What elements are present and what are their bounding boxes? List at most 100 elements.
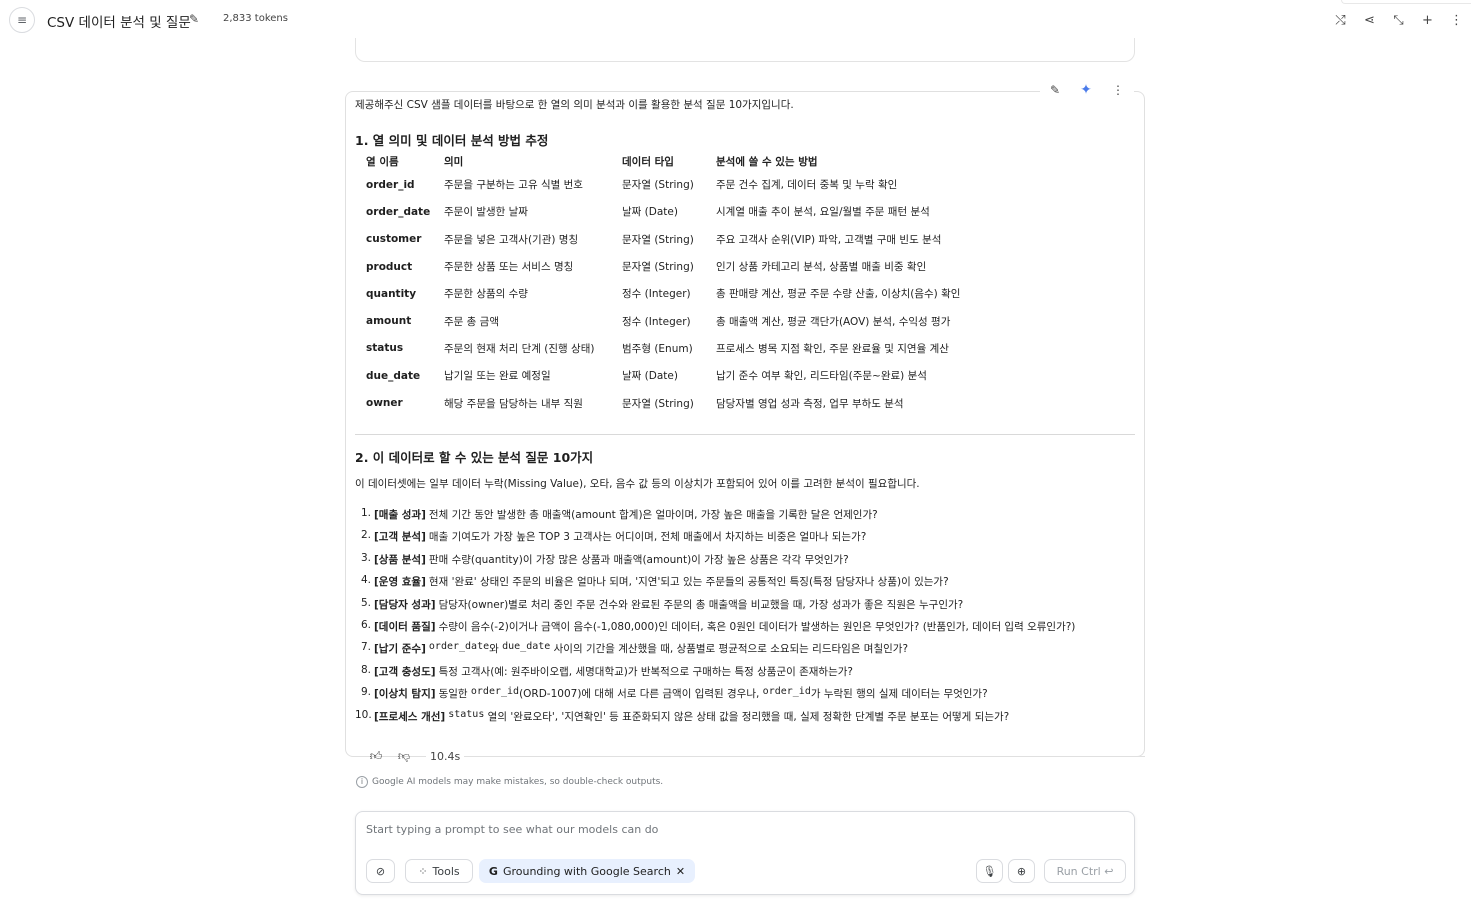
edit-icon[interactable]: ✎ (1050, 83, 1060, 97)
question-category: [매출 성과] (374, 509, 426, 521)
thumbs-down-icon[interactable]: 👎︎ (390, 749, 418, 764)
table-cell: 주요 고객사 순위(VIP) 파악, 고객별 구매 빈도 분석 (716, 233, 942, 246)
table-row: status 주문의 현재 처리 단계 (진행 상태) 범주형 (Enum) 프로세스… (366, 335, 1016, 362)
question-text: 수량이 음수(-2)이거나 금액이 음수(-1,080,000)인 데이터, 혹… (438, 620, 1076, 633)
table-cell: 문자열 (String) (622, 179, 694, 192)
column-name-cell: amount (366, 315, 412, 328)
question-number: 10. (355, 708, 372, 721)
question-number: 2. (360, 529, 371, 542)
column-name-cell: owner (366, 397, 403, 410)
table-cell: 주문한 상품의 수량 (444, 288, 528, 301)
question-category: [이상치 탐지] (374, 688, 436, 701)
edit-title-icon[interactable]: ✎ (189, 12, 199, 26)
table-header-cell: 분석에 쓸 수 있는 방법 (716, 156, 818, 168)
share-icon[interactable]: ⋖ (1355, 13, 1384, 28)
column-name-cell: order_id (366, 178, 415, 191)
question-number: 9. (360, 686, 371, 699)
question-item: 9. [이상치 탐지] 동일한 order_id (ORD-1007)에 대해 서로 … (355, 686, 1075, 708)
microphone-button[interactable]: 🎙︎ (976, 859, 1003, 883)
question-number: 8. (360, 663, 371, 676)
column-name-cell: status (366, 342, 404, 355)
top-actions: ⤭ ⋖ ⤡ + ⋮ (1326, 0, 1471, 40)
tools-icon: ⁘ (418, 864, 428, 878)
table-cell: 주문 총 금액 (444, 315, 499, 328)
grounding-chip[interactable]: G Grounding with Google Search ✕ (479, 859, 695, 883)
table-cell: 시계열 매출 추이 분석, 요일/월별 주문 패턴 분석 (716, 206, 930, 219)
table-row: quantity 주문한 상품의 수량 정수 (Integer) 총 판매량 계산, … (366, 280, 1016, 307)
question-text: 판매 수량(quantity)이 가장 많은 상품과 매출액(amount)이 … (428, 553, 849, 566)
compress-icon[interactable]: ⤡ (1384, 13, 1413, 28)
question-item: 2. [고객 분석] 매출 기여도가 가장 높은 TOP 3 고객사는 어디이며, … (355, 529, 1075, 551)
table-row: owner 해당 주문을 담당하는 내부 직원 문자열 (String) 담당자별 영… (366, 389, 1016, 416)
close-icon[interactable]: ✕ (676, 865, 685, 878)
inline-code: status (448, 708, 485, 720)
prompt-input[interactable] (366, 823, 1106, 836)
more-options-icon[interactable]: ⋮ (1112, 83, 1124, 97)
info-icon: i (356, 776, 368, 788)
question-item: 6. [데이터 품질] 수량이 음수(-2)이거나 금액이 음수(-1,080,00… (355, 619, 1075, 641)
corner-frame (1341, 0, 1471, 4)
question-list: 1. [매출 성과] 전체 기간 동안 발생한 총 매출액(amount 합계)은 … (355, 507, 1075, 731)
table-cell: 납기일 또는 완료 예정일 (444, 370, 551, 383)
question-category: [프로세스 개선] (374, 710, 446, 723)
question-item: 8. [고객 충성도] 특정 고객사(예: 원주바이오랩, 세명대학교)가 반복적으… (355, 664, 1075, 686)
question-item: 7. [납기 준수] order_date 와 due_date 사이의 기간을 계산… (355, 641, 1075, 663)
question-text: 특정 고객사(예: 원주바이오랩, 세명대학교)가 반복적으로 구매하는 특정 … (438, 665, 853, 678)
thumbs-up-icon[interactable]: 👍︎ (362, 749, 390, 764)
eye-off-icon: ⊘ (375, 864, 386, 878)
question-category: [담당자 성과] (374, 598, 436, 611)
table-cell: 해당 주문을 담당하는 내부 직원 (444, 397, 583, 410)
sparkle-icon[interactable]: ✦ (1080, 82, 1092, 98)
table-cell: 납기 준수 여부 확인, 리드타임(주문~완료) 분석 (716, 370, 927, 383)
question-item: 5. [담당자 성과] 담당자(owner)별로 처리 중인 주문 건수와 완료된 … (355, 597, 1075, 619)
compare-icon[interactable]: ⤭ (1326, 13, 1355, 28)
inline-code: due_date (502, 641, 551, 653)
question-item: 1. [매출 성과] 전체 기간 동안 발생한 총 매출액(amount 합계)은 … (355, 507, 1075, 529)
question-text: (ORD-1007)에 대해 서로 다른 금액이 입력된 경우나, (519, 688, 763, 701)
table-cell: 주문의 현재 처리 단계 (진행 상태) (444, 342, 595, 355)
column-name-cell: customer (366, 233, 422, 246)
add-icon[interactable]: + (1413, 13, 1442, 28)
question-number: 5. (360, 596, 371, 609)
question-number: 4. (360, 574, 371, 587)
question-text: 현재 '완료' 상태인 주문의 비율은 얼마나 되며, '지연'되고 있는 주문… (428, 576, 949, 589)
inline-code: order_date (428, 641, 490, 653)
question-category: [상품 분석] (374, 553, 426, 566)
question-text: 열의 '완료오타', '지연확인' 등 표준화되지 않은 상태 값을 정리했을 … (484, 710, 1010, 723)
prompt-composer: ⊘ ⁘ Tools G Grounding with Google Search… (355, 811, 1135, 895)
question-item: 3. [상품 분석] 판매 수량(quantity)이 가장 많은 상품과 매출액(… (355, 552, 1075, 574)
question-number: 7. (360, 641, 371, 654)
table-cell: 담당자별 영업 성과 측정, 업무 부하도 분석 (716, 397, 904, 410)
table-cell: 주문한 상품 또는 서비스 명칭 (444, 261, 574, 274)
mic-icon: 🎙︎ (982, 864, 997, 878)
run-button[interactable]: Run Ctrl ↩ (1044, 859, 1126, 883)
question-text: 사이의 기간을 계산했을 때, 상품별로 평균적으로 소요되는 리드타임은 며칠… (550, 643, 909, 656)
table-cell: 문자열 (String) (622, 397, 694, 410)
grounding-label: Grounding with Google Search (502, 864, 671, 878)
table-row: product 주문한 상품 또는 서비스 명칭 문자열 (String) 인기 상품… (366, 253, 1016, 280)
add-media-button[interactable]: ⊕ (1008, 859, 1035, 883)
chat-title: CSV 데이터 분석 및 질문 (47, 15, 191, 31)
table-cell: 날짜 (Date) (622, 206, 678, 219)
table-row: customer 주문을 넣은 고객사(기관) 명칭 문자열 (String) 주요 … (366, 226, 1016, 253)
table-cell: 문자열 (String) (622, 261, 694, 274)
question-item: 4. [운영 효율] 현재 '완료' 상태인 주문의 비율은 얼마나 되며, '지연… (355, 574, 1075, 596)
column-table: 열 이름 의미 데이터 타입 분석에 쓸 수 있는 방법 order_id 주문을… (366, 149, 1016, 417)
response-feedback: 👍︎ 👎︎ 10.4s (362, 745, 1145, 767)
question-text: 동일한 (438, 688, 471, 701)
menu-collapse-icon[interactable]: ≡ (9, 7, 35, 33)
table-header-cell: 데이터 타입 (622, 156, 674, 168)
hide-media-button[interactable]: ⊘ (366, 859, 395, 883)
run-label: Run Ctrl ↩ (1056, 864, 1114, 878)
column-name-cell: order_date (366, 205, 431, 218)
disclaimer: i Google AI models may make mistakes, so… (356, 776, 663, 788)
tools-button[interactable]: ⁘ Tools (405, 859, 473, 883)
table-header-row: 열 이름 의미 데이터 타입 분석에 쓸 수 있는 방법 (366, 149, 1016, 171)
more-vert-icon[interactable]: ⋮ (1442, 13, 1471, 28)
question-number: 6. (360, 618, 371, 631)
token-count: 2,833 tokens (223, 13, 288, 24)
question-text: 매출 기여도가 가장 높은 TOP 3 고객사는 어디이며, 전체 매출에서 차… (428, 531, 867, 544)
table-row: order_date 주문이 발생한 날짜 날짜 (Date) 시계열 매출 추이 분… (366, 198, 1016, 225)
table-cell: 주문 건수 집계, 데이터 중복 및 누락 확인 (716, 179, 898, 192)
column-name-cell: product (366, 260, 413, 273)
